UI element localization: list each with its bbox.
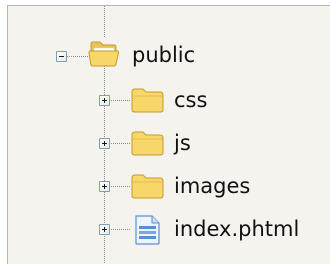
tree-node-label-public[interactable]: public — [132, 43, 195, 67]
plus-icon-v — [104, 227, 105, 232]
folder-open-icon — [88, 41, 120, 67]
plus-icon-v — [104, 184, 105, 189]
tree-node-label-css[interactable]: css — [174, 88, 207, 112]
minus-icon — [59, 56, 64, 57]
collapse-button-public[interactable] — [56, 51, 67, 62]
tree-node-label-images[interactable]: images — [174, 174, 250, 198]
expand-button-index[interactable] — [99, 224, 110, 235]
child-connector-css — [109, 100, 131, 101]
child-connector-js — [109, 143, 131, 144]
expand-button-images[interactable] — [99, 181, 110, 192]
file-icon — [135, 215, 160, 245]
child-connector-index — [109, 229, 131, 230]
tree-node-label-js[interactable]: js — [174, 131, 191, 155]
child-connector-images — [109, 186, 131, 187]
expand-button-js[interactable] — [99, 138, 110, 149]
expand-button-css[interactable] — [99, 95, 110, 106]
folder-icon — [131, 88, 164, 113]
tree-view: public css js images index.phtml — [0, 0, 330, 264]
folder-icon — [131, 174, 164, 199]
tree-node-label-index-phtml[interactable]: index.phtml — [174, 217, 299, 241]
root-connector-top — [104, 6, 105, 38]
root-connector-horizontal — [67, 56, 89, 57]
folder-icon — [131, 131, 164, 156]
plus-icon-v — [104, 98, 105, 103]
plus-icon-v — [104, 141, 105, 146]
